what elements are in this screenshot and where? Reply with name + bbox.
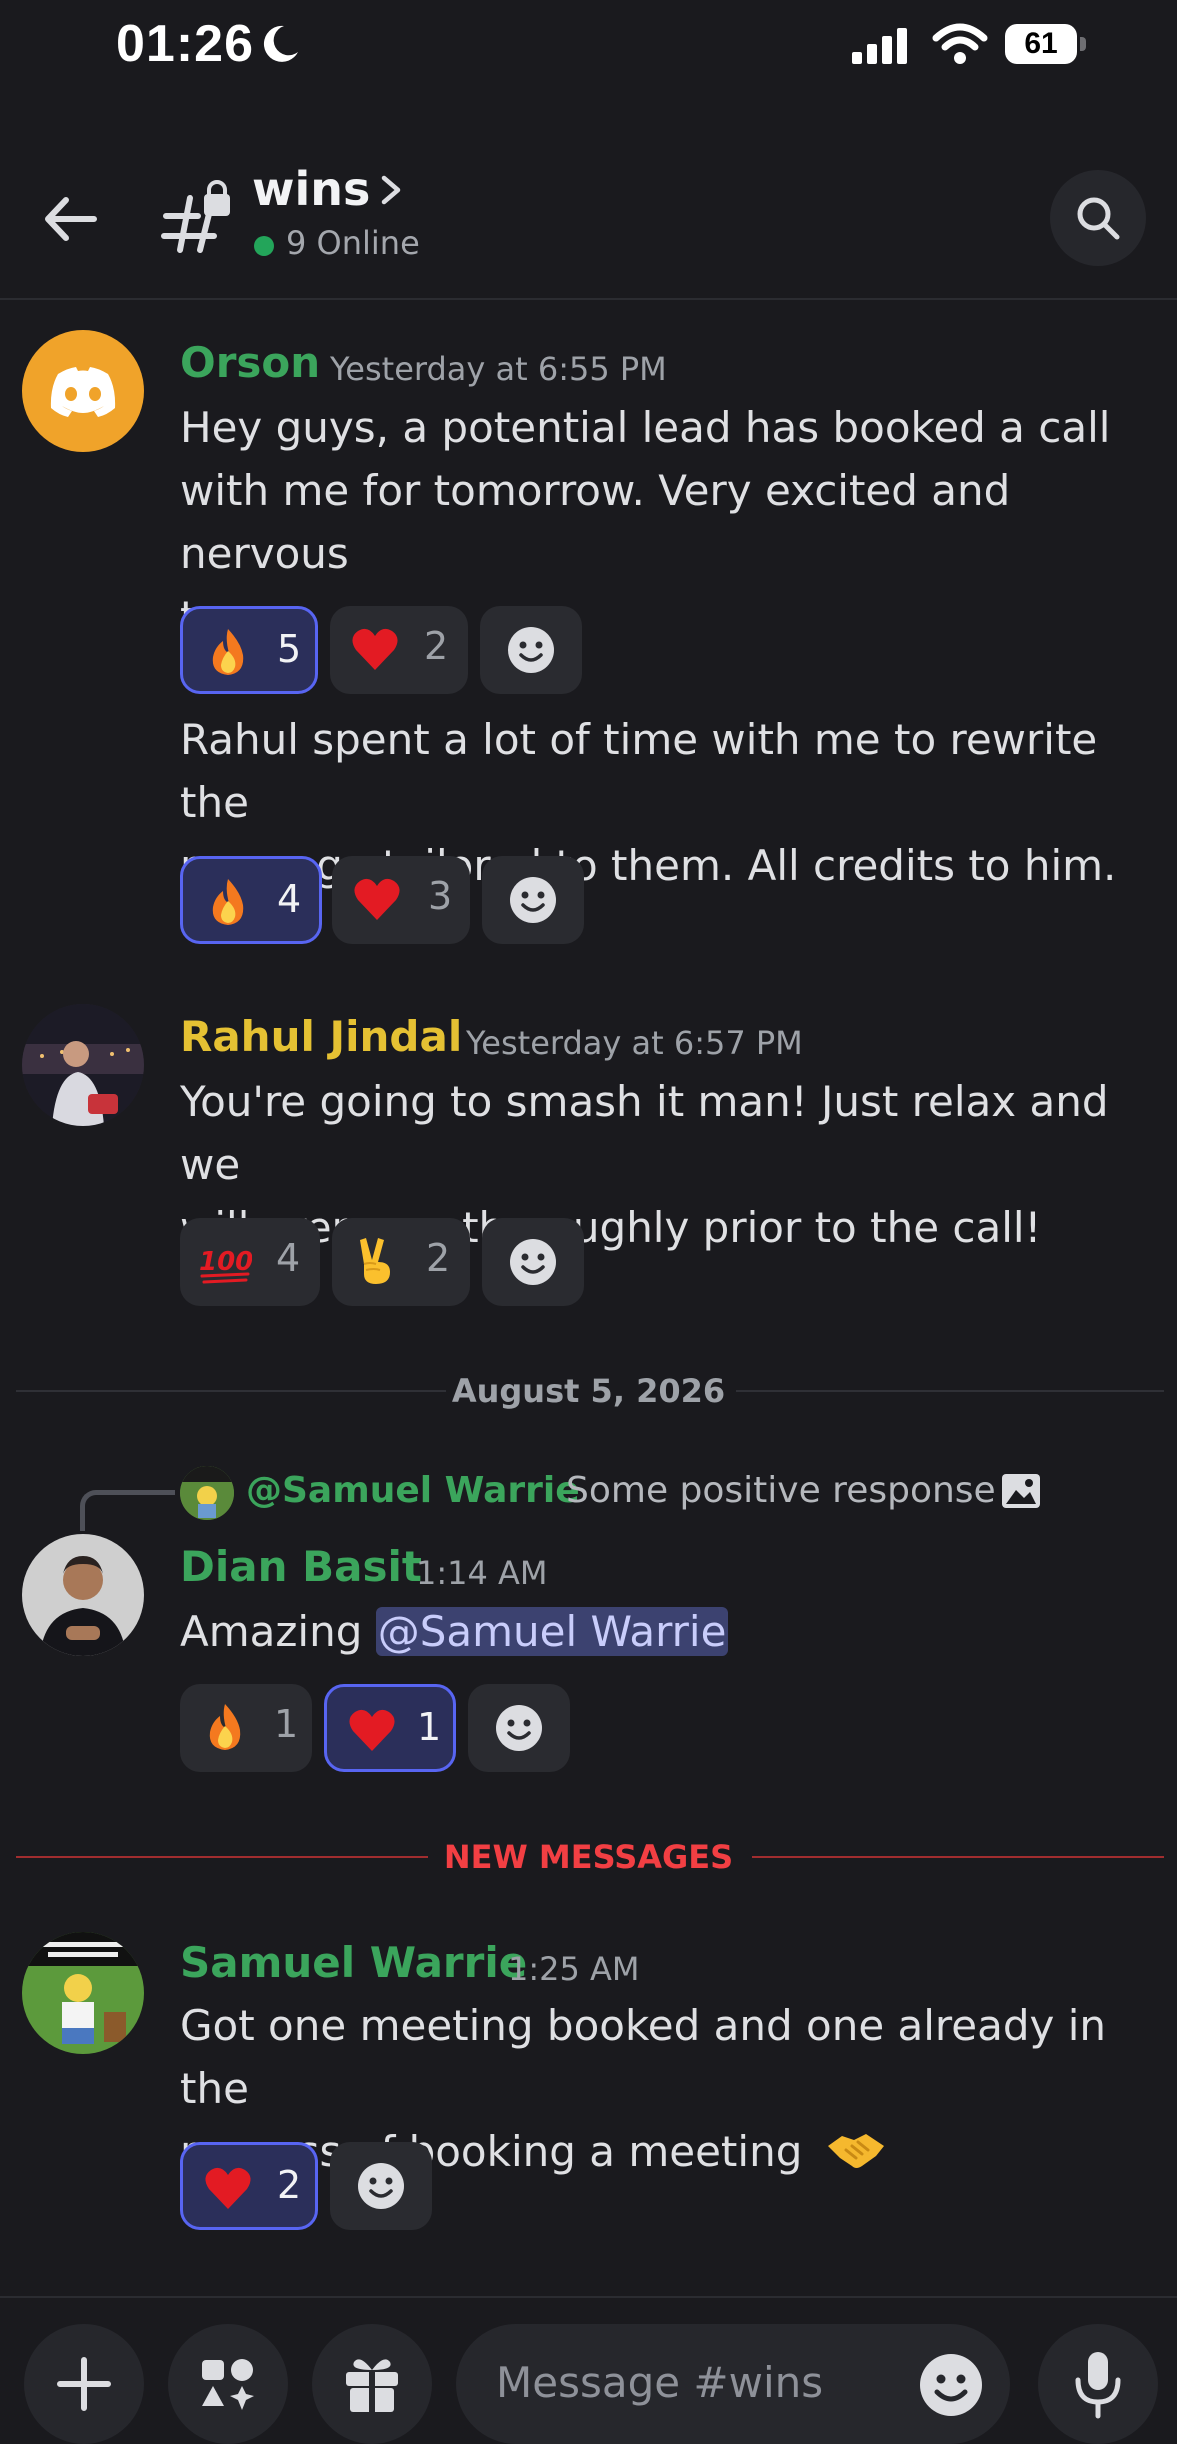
reaction-hundred[interactable]: 100 4 — [180, 1218, 320, 1306]
reaction-fire[interactable]: 1 — [180, 1684, 312, 1772]
fire-icon — [212, 629, 244, 675]
red-heart-icon — [205, 2167, 251, 2209]
reaction-fire[interactable]: 4 — [180, 856, 322, 944]
author-samuel-warrie[interactable]: Samuel Warrie — [180, 1938, 527, 1987]
avatar-photo — [22, 1932, 144, 2054]
add-reaction-button[interactable] — [480, 606, 582, 694]
timestamp: Yesterday at 6:55 PM — [330, 350, 667, 388]
message-text: You're going to smash it man! Just relax… — [180, 1077, 1109, 1252]
battery-level: 61 — [1024, 27, 1058, 60]
new-messages-line — [752, 1856, 1164, 1858]
reaction-red-heart[interactable]: 3 — [332, 856, 470, 944]
reaction-red-heart[interactable]: 2 — [180, 2142, 318, 2230]
red-heart-icon — [354, 878, 400, 920]
message-text: Rahul spent a lot of time with me to rew… — [180, 715, 1117, 890]
gift-button[interactable] — [312, 2324, 432, 2444]
add-reaction-button[interactable] — [482, 856, 584, 944]
wifi-icon — [932, 23, 988, 64]
smiley-icon — [510, 1239, 556, 1285]
avatar-photo — [22, 1534, 144, 1656]
avatar-rahul-jindal[interactable] — [22, 1004, 144, 1126]
handshake-icon — [827, 2134, 884, 2168]
smiley-icon — [496, 1705, 542, 1751]
author-orson[interactable]: Orson — [180, 338, 320, 387]
moon-icon — [263, 25, 298, 62]
message-text: Hey guys, a potential lead has booked a … — [180, 403, 1111, 641]
smiley-icon — [358, 2163, 404, 2209]
message-text: Amazing @Samuel Warrie — [180, 1607, 729, 1656]
victory-hand-icon — [360, 1238, 390, 1284]
message-input[interactable]: Message #wins — [456, 2324, 1010, 2444]
search-icon — [1077, 197, 1120, 240]
status-time: 01:26 — [116, 15, 254, 73]
battery-indicator: 61 — [1005, 24, 1086, 66]
reply-connector — [80, 1490, 175, 1531]
divider-line — [736, 1390, 1164, 1392]
discord-logo-icon — [50, 367, 116, 417]
reaction-victory-hand[interactable]: 2 — [332, 1218, 470, 1306]
avatar-photo — [180, 1466, 234, 1520]
timestamp: 1:14 AM — [416, 1554, 548, 1592]
reaction-fire[interactable]: 5 — [180, 606, 318, 694]
emoji-picker-icon[interactable] — [918, 2352, 984, 2418]
fire-icon — [212, 879, 244, 925]
apps-icon — [202, 2359, 254, 2410]
status-bar: 01:26 61 — [0, 0, 1177, 90]
red-heart-icon — [349, 1709, 395, 1751]
add-reaction-button[interactable] — [468, 1684, 570, 1772]
avatar-orson[interactable] — [22, 330, 144, 452]
online-count: 9 Online — [286, 224, 420, 262]
microphone-icon — [1075, 2352, 1121, 2419]
avatar-dian-basit[interactable] — [22, 1534, 144, 1656]
reply-preview[interactable]: Some positive response — [566, 1470, 996, 1511]
hundred-points-icon: 100 — [199, 1247, 252, 1284]
gift-icon — [346, 2359, 398, 2412]
user-mention[interactable]: @Samuel Warrie — [375, 1607, 729, 1656]
avatar-samuel-warrie[interactable] — [22, 1932, 144, 2054]
add-attachment-button[interactable] — [24, 2324, 144, 2444]
chevron-right-icon — [381, 175, 401, 205]
reply-mention[interactable]: @Samuel Warrie — [246, 1470, 580, 1511]
avatar-photo — [22, 1004, 144, 1126]
reply-avatar — [180, 1466, 234, 1520]
reaction-red-heart[interactable]: 2 — [330, 606, 468, 694]
image-icon — [1002, 1474, 1040, 1508]
add-reaction-button[interactable] — [330, 2142, 432, 2230]
author-dian-basit[interactable]: Dian Basit — [180, 1542, 422, 1591]
locked-channel-icon — [161, 180, 230, 253]
timestamp: Yesterday at 6:57 PM — [466, 1024, 803, 1062]
red-heart-icon — [352, 628, 398, 670]
svg-text:100: 100 — [199, 1247, 252, 1277]
back-arrow-icon[interactable] — [36, 184, 106, 254]
voice-message-button[interactable] — [1038, 2324, 1158, 2444]
smiley-icon — [508, 627, 554, 673]
composer-bar: Message #wins — [0, 2296, 1177, 2444]
timestamp: 1:25 AM — [508, 1950, 640, 1988]
search-button[interactable] — [1050, 170, 1146, 266]
online-status-dot — [254, 236, 274, 256]
apps-button[interactable] — [168, 2324, 288, 2444]
author-rahul-jindal[interactable]: Rahul Jindal — [180, 1012, 462, 1061]
message-text: Got one meeting booked and one already i… — [180, 2001, 1107, 2176]
add-reaction-button[interactable] — [482, 1218, 584, 1306]
smiley-icon — [510, 877, 556, 923]
channel-header: wins 9 Online — [0, 140, 1177, 300]
fire-icon — [209, 1704, 241, 1750]
cellular-signal-icon — [852, 28, 907, 64]
channel-title[interactable]: wins — [252, 162, 370, 216]
plus-icon — [57, 2357, 111, 2411]
reaction-red-heart[interactable]: 1 — [324, 1684, 456, 1772]
message-input-placeholder: Message #wins — [496, 2358, 824, 2407]
